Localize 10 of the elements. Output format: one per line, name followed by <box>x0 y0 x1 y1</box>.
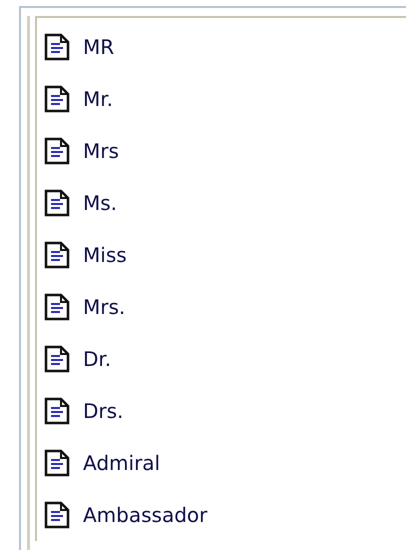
list-item[interactable]: Miss <box>83 243 127 267</box>
list-item[interactable]: Mr. <box>83 87 113 111</box>
list-item[interactable]: Ambassador <box>83 503 208 527</box>
list-item[interactable]: Admiral <box>83 451 160 475</box>
list-item[interactable]: Mrs. <box>83 295 126 319</box>
list-item[interactable]: Mrs <box>83 139 119 163</box>
list-item[interactable]: MR <box>83 35 114 59</box>
list-item[interactable]: Dr. <box>83 347 112 371</box>
list-item[interactable]: Drs. <box>83 399 124 423</box>
list-item[interactable]: Ms. <box>83 191 118 215</box>
